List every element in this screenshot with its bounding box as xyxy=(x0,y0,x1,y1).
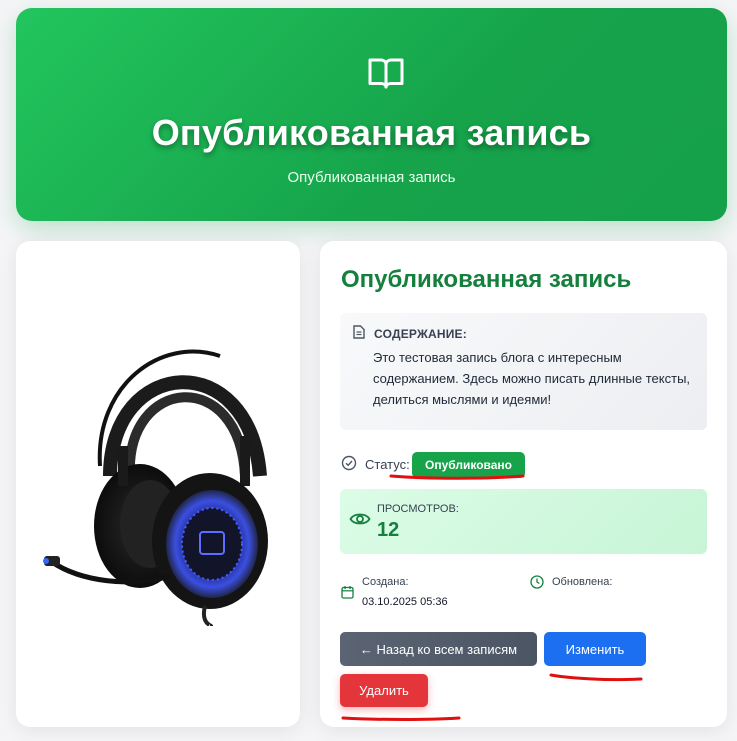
image-card xyxy=(16,241,300,727)
updated-label: Обновлена: xyxy=(552,576,613,588)
status-label: Статус: xyxy=(365,457,410,472)
post-image xyxy=(43,349,268,626)
created-label: Создана: xyxy=(362,576,409,588)
delete-button[interactable]: Удалить xyxy=(340,674,428,707)
content-section: СОДЕРЖАНИЕ: Это тестовая запись блога с … xyxy=(340,313,707,430)
back-to-posts-button[interactable]: ← Назад ко всем записям xyxy=(340,632,537,666)
calendar-icon xyxy=(341,586,354,599)
annotation-underline xyxy=(341,716,461,721)
views-label: ПРОСМОТРОВ: xyxy=(377,503,459,515)
post-title: Опубликованная запись xyxy=(341,266,632,293)
document-icon xyxy=(353,325,365,339)
views-section: ПРОСМОТРОВ: 12 xyxy=(340,489,707,554)
eye-icon xyxy=(349,513,371,525)
clock-icon xyxy=(530,575,544,589)
post-details-card: Опубликованная запись СОДЕРЖАНИЕ: Это те… xyxy=(320,241,727,727)
book-open-icon xyxy=(368,58,404,89)
annotation-underline xyxy=(389,474,525,480)
content-text: Это тестовая запись блога с интересным с… xyxy=(373,350,691,407)
page-subtitle: Опубликованная запись xyxy=(287,169,456,186)
hero-banner: Опубликованная запись Опубликованная зап… xyxy=(16,8,727,221)
content-label: СОДЕРЖАНИЕ: xyxy=(374,327,467,341)
views-count: 12 xyxy=(377,519,400,541)
created-value: 03.10.2025 05:36 xyxy=(362,596,448,608)
edit-button[interactable]: Изменить xyxy=(544,632,646,666)
annotation-underline xyxy=(549,673,643,682)
check-circle-icon xyxy=(341,455,357,471)
page-title: Опубликованная запись xyxy=(151,112,592,153)
